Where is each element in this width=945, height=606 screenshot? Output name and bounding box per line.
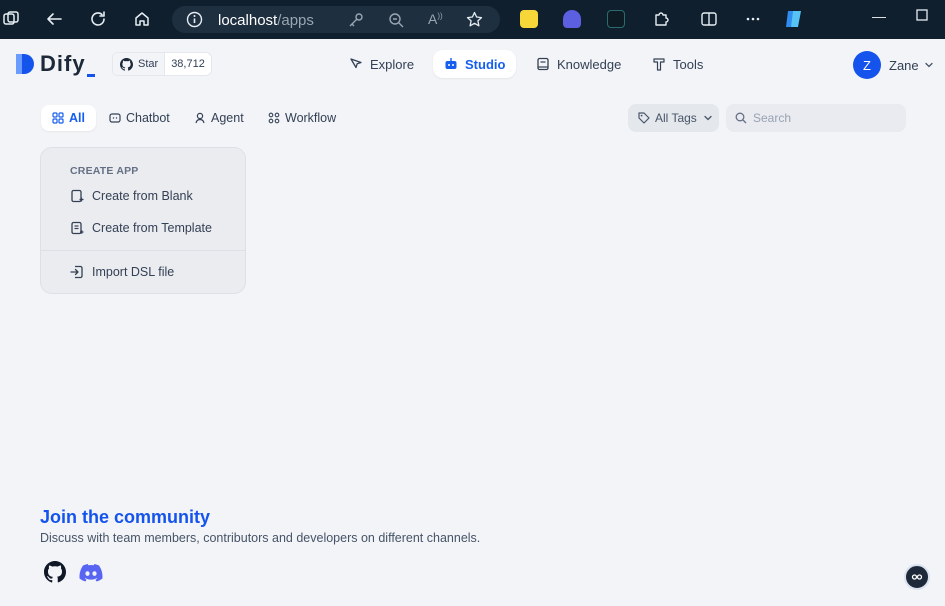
tab-chatbot-label: Chatbot [126,111,170,125]
read-aloud-icon[interactable]: A)) [428,11,443,27]
tab-agent[interactable]: Agent [183,105,255,131]
tab-agent-label: Agent [211,111,244,125]
tab-all[interactable]: All [41,105,96,131]
search-icon [735,112,747,124]
github-icon [120,57,133,71]
zoom-icon[interactable] [388,12,404,33]
tab-all-label: All [69,111,85,125]
favorite-star-icon[interactable] [466,11,483,33]
avatar: Z [853,51,881,79]
url-host: localhost [218,12,278,29]
import-dsl-button[interactable]: Import DSL file [70,261,174,283]
nav-tools[interactable]: Tools [641,50,714,78]
star-label: Star [138,58,159,70]
minimize-icon[interactable]: — [872,8,886,24]
community-description: Discuss with team members, contributors … [40,531,481,545]
tag-icon [638,112,650,124]
tab-workflow-label: Workflow [285,111,337,125]
dify-logo-icon [16,54,34,74]
copilot-icon[interactable] [783,8,805,30]
create-from-blank-label: Create from Blank [92,189,193,203]
import-dsl-label: Import DSL file [92,265,175,279]
extension-bot-icon[interactable] [563,10,581,28]
all-tags-label: All Tags [655,111,697,125]
nav-studio[interactable]: Studio [433,50,517,78]
logo-text: Dify [40,51,95,77]
tab-actions-icon[interactable] [0,8,22,30]
github-icon [44,561,66,583]
split-screen-icon[interactable] [698,8,720,30]
tab-chatbot[interactable]: Chatbot [98,105,181,131]
chevron-down-icon [704,115,712,121]
nav-knowledge[interactable]: Knowledge [525,50,632,78]
create-app-title: CREATE APP [70,165,139,177]
grid-icon [52,112,64,124]
book-icon [537,57,549,71]
extension-dark-icon[interactable] [607,10,625,28]
chevron-down-icon [924,62,933,68]
discord-link[interactable] [79,560,103,584]
all-tags-dropdown[interactable]: All Tags [628,104,719,132]
robot-icon [445,58,457,69]
create-app-card: CREATE APP Create from Blank Create from… [40,147,246,294]
more-dots-icon[interactable] [742,8,764,30]
nav-explore[interactable]: Explore [338,50,425,78]
card-divider [41,250,245,251]
address-bar[interactable]: localhost/apps A)) [172,6,500,33]
bot-face-icon [911,574,923,580]
workflow-icon [268,112,280,124]
chat-icon [109,113,121,123]
nav-tools-label: Tools [673,56,704,72]
nav-knowledge-label: Knowledge [557,56,622,72]
github-star-button[interactable]: Star 38,712 [112,52,212,76]
app-header: Dify Star 38,712 Explore Studio Knowledg… [0,39,945,91]
create-from-blank-button[interactable]: Create from Blank [70,185,193,207]
user-name: Zane [889,57,919,73]
compass-icon [350,58,362,69]
maximize-icon[interactable] [916,8,928,24]
discord-icon [79,564,103,582]
template-icon [71,221,84,235]
browser-toolbar: localhost/apps A)) — [0,0,945,39]
url-path: /apps [277,12,314,29]
home-icon[interactable] [131,8,153,30]
user-menu[interactable]: Z Zane [853,51,934,79]
tool-icon [653,58,665,71]
extensions-puzzle-icon[interactable] [650,8,672,30]
star-count: 38,712 [171,58,205,70]
url-text: localhost/apps [218,12,314,29]
key-icon[interactable] [348,12,364,33]
search-box[interactable] [726,104,906,132]
chat-bot-bubble[interactable] [904,564,930,590]
nav-explore-label: Explore [370,56,415,72]
logo-underscore [86,74,95,77]
logo-word: Dify [40,51,86,76]
file-plus-icon [71,189,84,203]
create-from-template-label: Create from Template [92,221,212,235]
dify-logo[interactable]: Dify [14,51,95,77]
search-input[interactable] [753,111,903,125]
community-title: Join the community [40,507,211,527]
refresh-icon[interactable] [87,8,109,30]
create-from-template-button[interactable]: Create from Template [70,217,212,239]
tab-workflow[interactable]: Workflow [257,105,347,131]
extension-pen-icon[interactable] [520,10,538,28]
agent-icon [195,112,205,124]
back-arrow-icon[interactable] [43,8,65,30]
import-file-icon [70,265,83,279]
github-star-label-box: Star [113,53,166,75]
nav-studio-label: Studio [465,56,506,72]
info-icon[interactable] [186,11,203,33]
github-link[interactable] [43,560,67,584]
